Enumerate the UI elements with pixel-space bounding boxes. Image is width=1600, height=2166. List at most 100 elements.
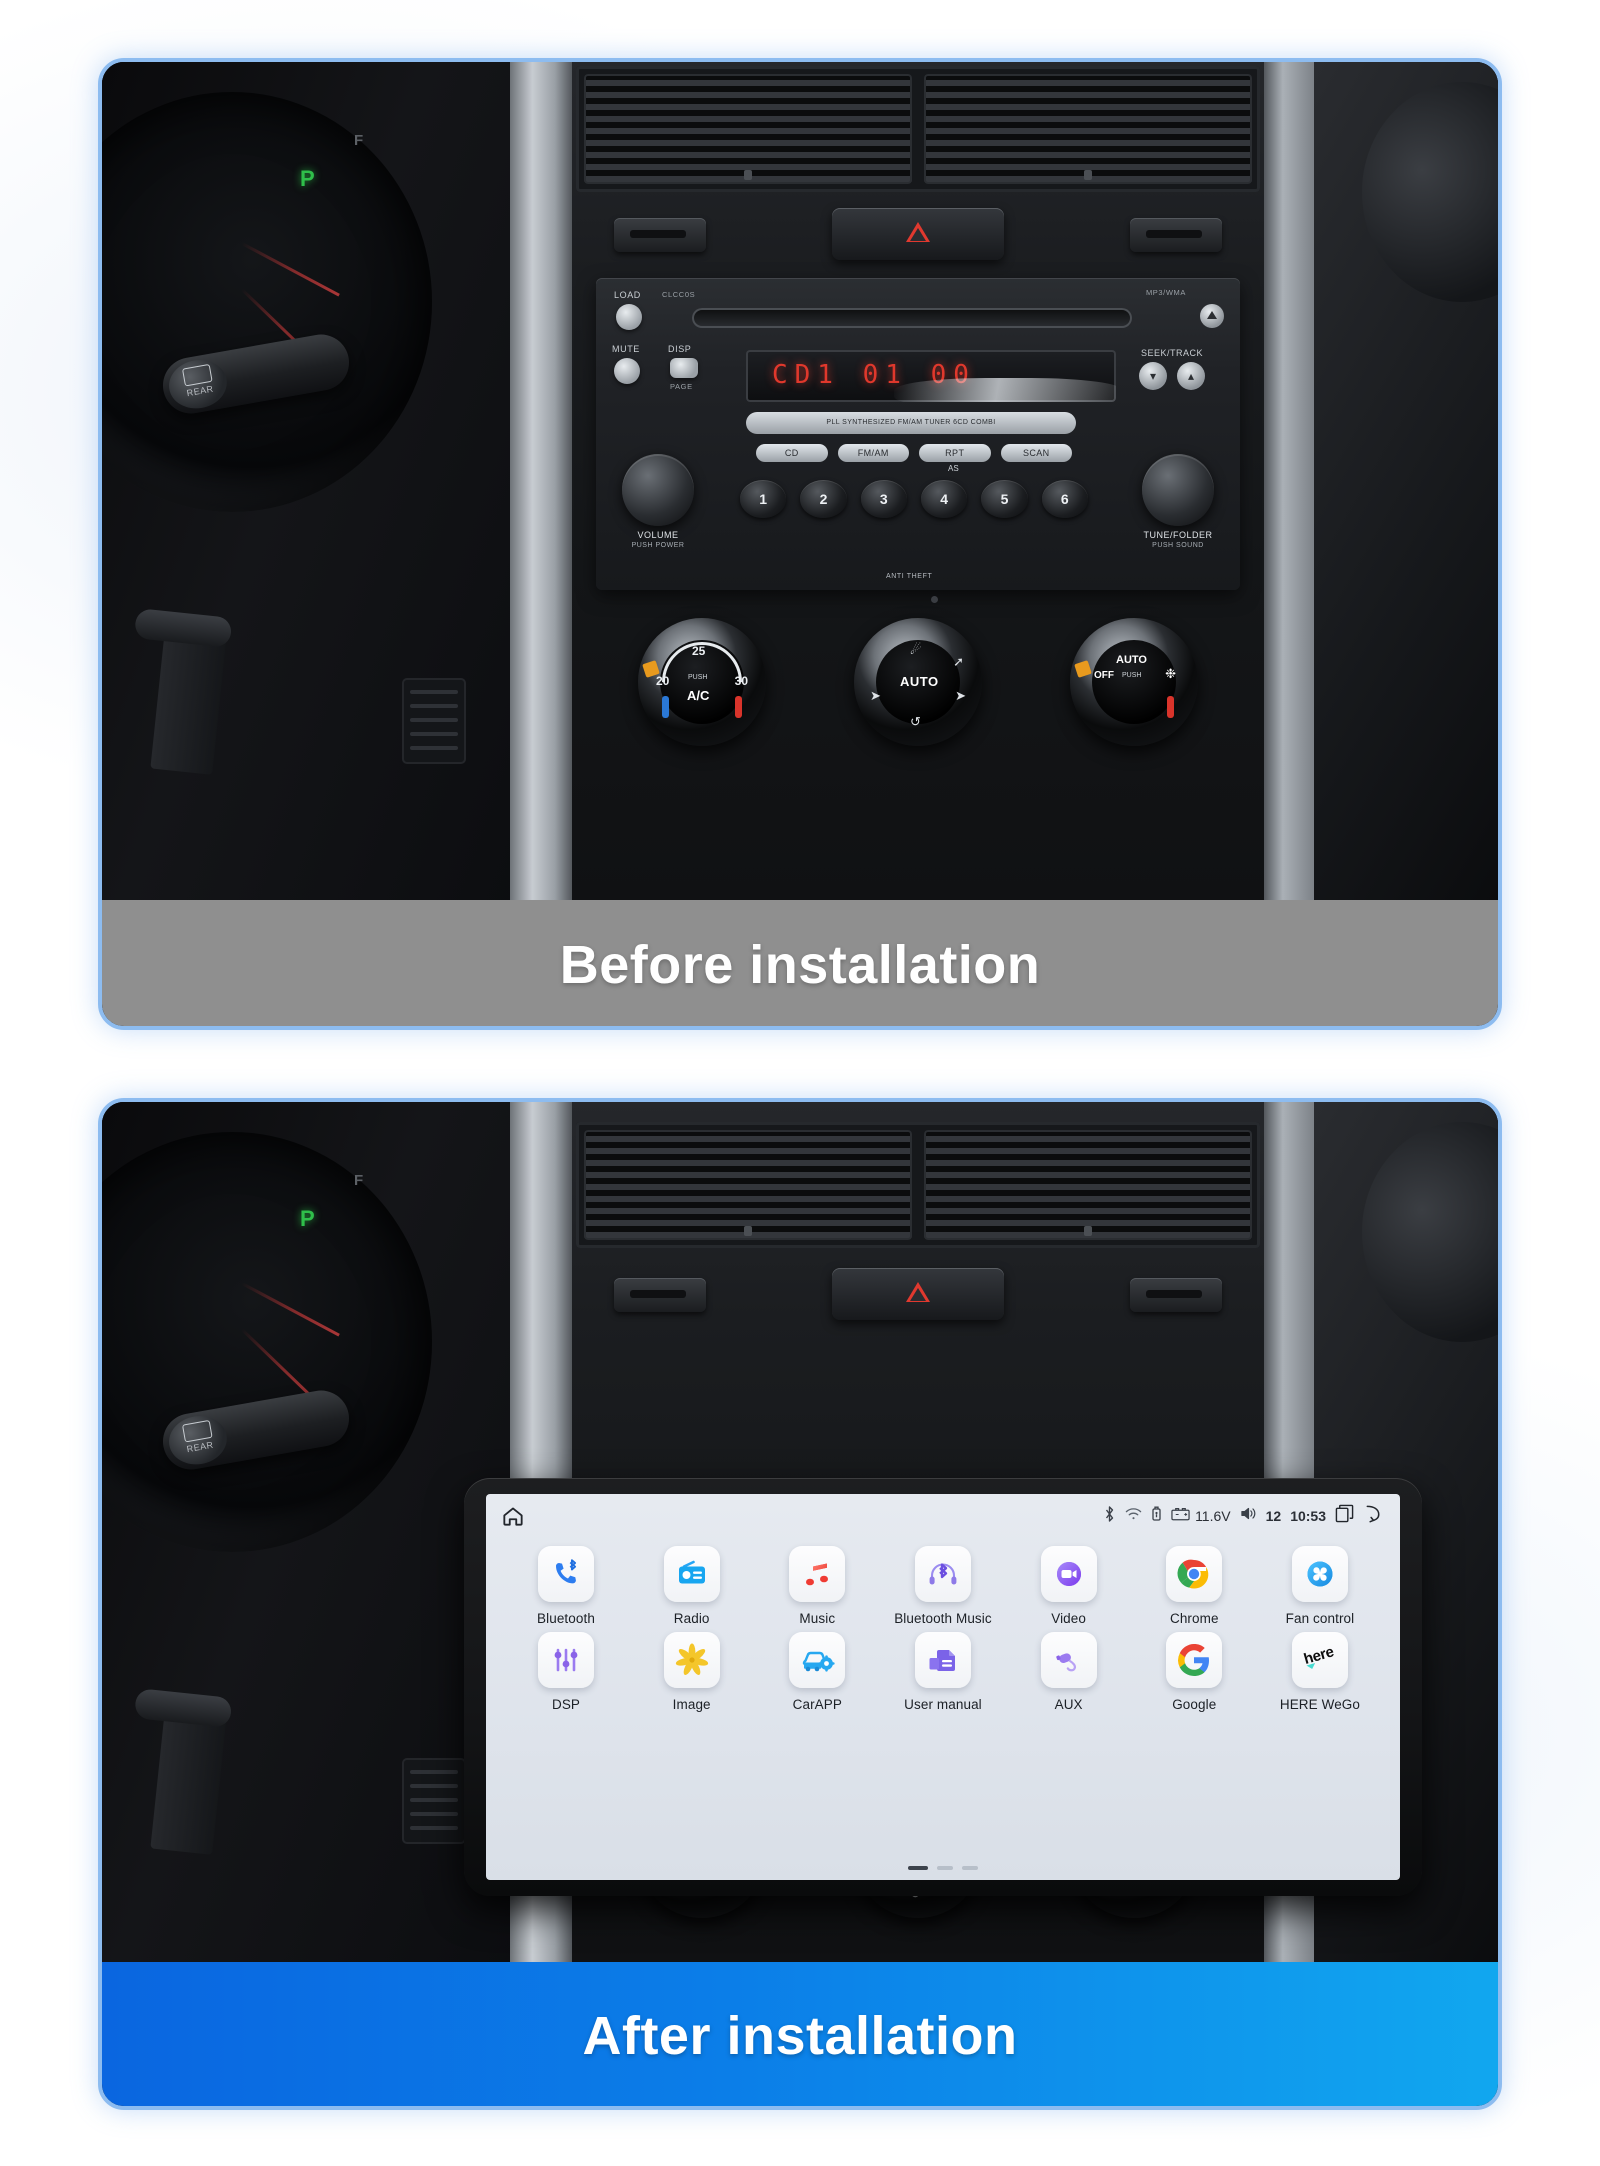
tune-folder-label: TUNE/FOLDER (1143, 530, 1213, 540)
app-bluetooth-music[interactable]: Bluetooth Music (889, 1546, 997, 1626)
clccos-label: CLCC0S (662, 290, 696, 299)
temp-30: 30 (734, 674, 748, 688)
preset-2[interactable]: 2 (800, 480, 847, 518)
tune-folder-knob[interactable] (1142, 454, 1214, 526)
document-icon[interactable] (914, 1632, 971, 1688)
anti-theft-label: ANTI THEFT (886, 573, 933, 580)
app-aux[interactable]: AUX (1015, 1632, 1123, 1712)
preset-6[interactable]: 6 (1041, 480, 1088, 518)
left-blank-switch[interactable] (614, 218, 706, 252)
car-dashboard-scene: P F REAR LOAD CLCC0S MP3/WMA MUTE DISP P… (102, 62, 1498, 900)
page-indicator[interactable] (486, 1866, 1400, 1870)
page-dot-3[interactable] (962, 1866, 978, 1870)
app-music[interactable]: Music (763, 1546, 871, 1626)
preset-1[interactable]: 1 (740, 480, 787, 518)
aux-jack-icon[interactable] (1040, 1632, 1097, 1688)
car-settings-icon[interactable] (789, 1632, 846, 1688)
app-fan-control[interactable]: Fan control (1266, 1546, 1374, 1626)
recents-icon[interactable] (1335, 1504, 1354, 1528)
mode-dial[interactable]: ☄ ➚ ➤ ➤ ↺ AUTO (854, 618, 982, 746)
app-label: Chrome (1169, 1611, 1219, 1626)
temp-20: 20 (656, 674, 670, 688)
scan-button[interactable]: SCAN (1000, 444, 1072, 462)
flower-gallery-icon[interactable] (663, 1632, 720, 1688)
hazard-triangle-icon-after (906, 1282, 930, 1302)
bluetooth-phone-icon[interactable] (538, 1546, 594, 1602)
before-photo: P F REAR LOAD CLCC0S MP3/WMA MUTE DISP P… (102, 62, 1498, 900)
head-unit-screen[interactable]: 11.6V 12 10:53 Bluetooth Radio Music Blu… (486, 1494, 1400, 1880)
status-icons-group: 11.6V 12 10:53 (1103, 1504, 1384, 1528)
gear-indicator-after: P (300, 1206, 316, 1231)
status-bar: 11.6V 12 10:53 (486, 1494, 1400, 1538)
clock: 10:53 (1290, 1508, 1326, 1524)
fan-speed-dial[interactable]: AUTO OFF PUSH ❉ (1070, 618, 1198, 746)
app-here-wego[interactable]: here HERE WeGo (1266, 1632, 1374, 1712)
app-label: Radio (673, 1611, 710, 1626)
vent-right-after[interactable] (924, 1130, 1252, 1240)
right-blank-switch-after[interactable] (1130, 1278, 1222, 1312)
radio-icon[interactable] (663, 1546, 720, 1602)
video-camera-icon[interactable] (1040, 1546, 1097, 1602)
hazard-light-button-after[interactable] (832, 1268, 1004, 1320)
cd-button[interactable]: CD (756, 444, 828, 462)
equalizer-sliders-icon[interactable] (538, 1632, 594, 1688)
home-icon[interactable] (500, 1503, 526, 1529)
right-blank-switch[interactable] (1130, 218, 1222, 252)
app-dsp[interactable]: DSP (512, 1632, 620, 1712)
radio-led-display: CD1 01 00 (746, 350, 1116, 402)
preset-5[interactable]: 5 (981, 480, 1028, 518)
left-blank-switch-after[interactable] (614, 1278, 706, 1312)
volume-sub-label: PUSH POWER (631, 542, 685, 549)
center-air-vents-after (576, 1122, 1260, 1248)
dash-curve (1362, 82, 1498, 302)
app-label: User manual (904, 1697, 982, 1712)
google-g-icon[interactable] (1166, 1632, 1223, 1688)
vent-left-after[interactable] (584, 1130, 912, 1240)
load-button[interactable] (616, 304, 642, 330)
here-wego-icon[interactable]: here (1291, 1632, 1348, 1688)
preset-3[interactable]: 3 (860, 480, 907, 518)
load-label: LOAD (614, 290, 641, 300)
temp-25: 25 (692, 644, 706, 658)
volume-knob[interactable] (622, 454, 694, 526)
back-icon[interactable] (1363, 1504, 1384, 1528)
preset-4[interactable]: 4 (920, 480, 968, 518)
fm-am-button[interactable]: FM/AM (837, 444, 909, 462)
fuel-indicator-after: F (354, 1172, 364, 1189)
disp-button[interactable] (670, 358, 698, 378)
app-row-1: Bluetooth Radio Music Bluetooth Music Vi… (512, 1546, 1374, 1626)
bluetooth-headphones-icon[interactable] (914, 1546, 971, 1602)
vent-left[interactable] (584, 74, 912, 184)
page-dot-1[interactable] (908, 1866, 928, 1870)
temperature-dial[interactable]: 25 20 30 PUSH A/C (638, 618, 766, 746)
gear-indicator: P (300, 166, 316, 191)
page-dot-2[interactable] (937, 1866, 953, 1870)
seek-up-button[interactable]: ▴ (1177, 362, 1205, 390)
app-radio[interactable]: Radio (638, 1546, 746, 1626)
app-bluetooth[interactable]: Bluetooth (512, 1546, 620, 1626)
before-installation-card: P F REAR LOAD CLCC0S MP3/WMA MUTE DISP P… (98, 58, 1502, 1030)
music-note-icon[interactable] (789, 1546, 846, 1602)
volume-level: 12 (1265, 1508, 1282, 1524)
app-label: Bluetooth Music (894, 1611, 992, 1626)
app-label: Bluetooth (537, 1611, 595, 1626)
car-battery-icon (1171, 1507, 1190, 1526)
app-google[interactable]: Google (1140, 1632, 1248, 1712)
rpt-button[interactable]: RPT (919, 444, 991, 462)
app-image[interactable]: Image (638, 1632, 746, 1712)
app-grid: Bluetooth Radio Music Bluetooth Music Vi… (486, 1542, 1400, 1718)
mute-button[interactable] (614, 358, 640, 384)
eject-button[interactable] (1200, 304, 1224, 328)
vent-right[interactable] (924, 74, 1252, 184)
app-chrome[interactable]: Chrome (1140, 1546, 1248, 1626)
app-video[interactable]: Video (1015, 1546, 1123, 1626)
fan-icon[interactable] (1291, 1546, 1348, 1602)
app-user-manual[interactable]: User manual (889, 1632, 997, 1712)
chrome-icon[interactable] (1166, 1546, 1223, 1602)
seek-down-button[interactable]: ▾ (1139, 362, 1167, 390)
app-carapp[interactable]: CarAPP (763, 1632, 871, 1712)
hot-marker (735, 696, 742, 718)
volume-icon[interactable] (1240, 1506, 1257, 1526)
hazard-light-button[interactable] (832, 208, 1004, 260)
app-label: Fan control (1285, 1611, 1355, 1626)
